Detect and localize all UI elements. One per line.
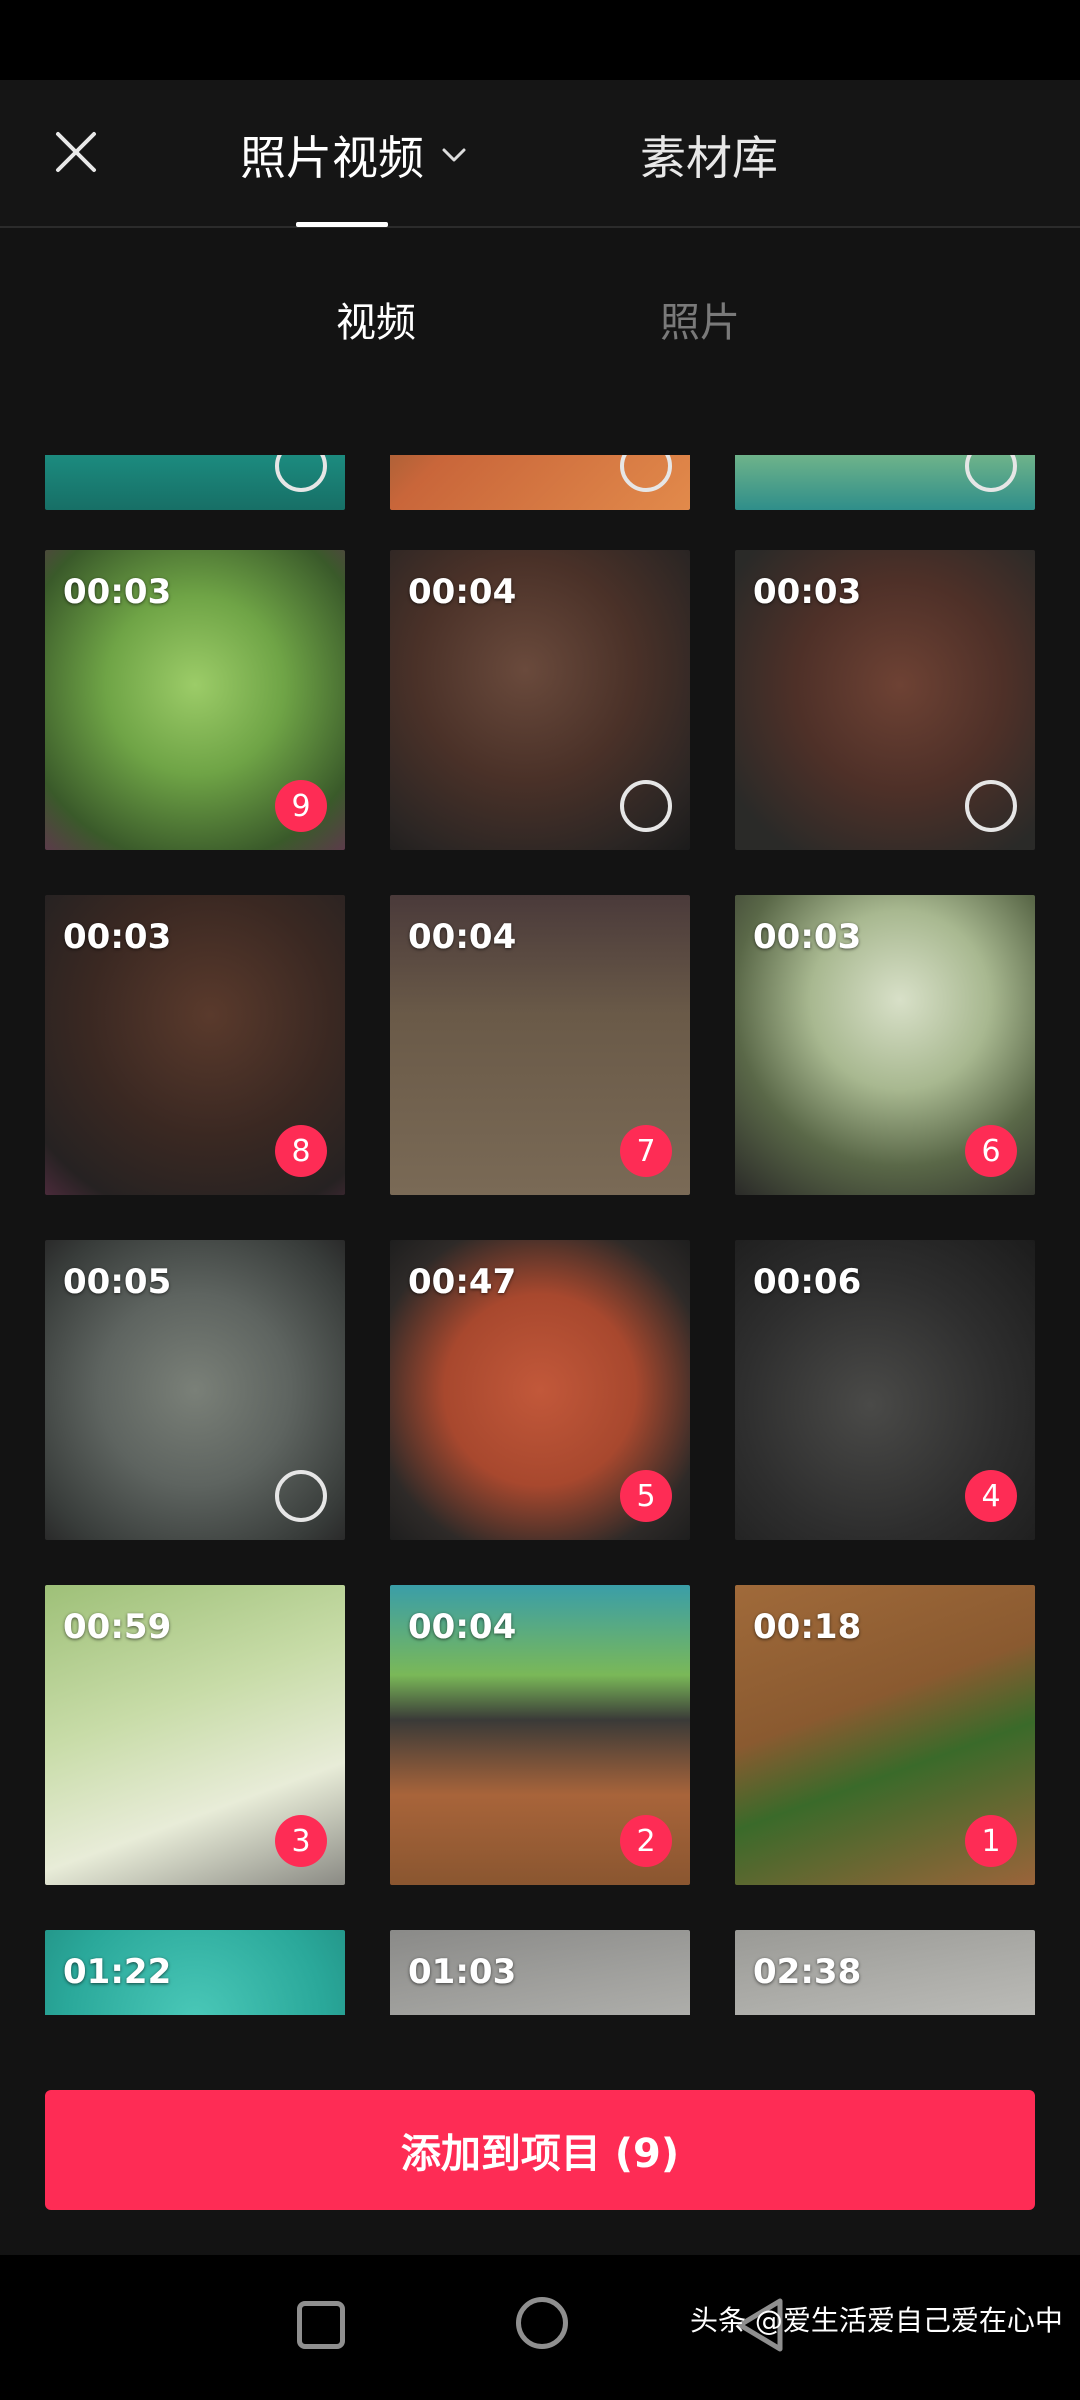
tab-library[interactable]: 素材库 [640,120,778,190]
subtab-photo[interactable]: 照片 [660,290,740,348]
active-tab-indicator [296,222,388,227]
selection-number-badge[interactable]: 7 [620,1125,672,1177]
selection-number-badge[interactable]: 6 [965,1125,1017,1177]
close-icon [56,132,96,172]
media-tile[interactable]: 00:04 2 [390,1585,690,1885]
selection-circle[interactable] [275,1470,327,1522]
media-tile[interactable]: 02:38 [735,1930,1035,2015]
selection-number-badge[interactable]: 1 [965,1815,1017,1867]
add-to-project-button[interactable]: 添加到项目 (9) [45,2090,1035,2210]
media-tile[interactable]: 00:06 4 [735,1240,1035,1540]
selection-number-badge[interactable]: 4 [965,1470,1017,1522]
tab-photos-videos[interactable]: 照片视频 [240,120,468,190]
duration-label: 00:04 [408,917,517,957]
top-bar: 照片视频 素材库 [0,80,1080,228]
duration-label: 00:03 [753,917,862,957]
selection-number-badge[interactable]: 2 [620,1815,672,1867]
recent-apps-button[interactable] [297,2301,345,2349]
selection-number-badge[interactable]: 5 [620,1470,672,1522]
media-tile-partial[interactable] [735,455,1035,510]
duration-label: 01:22 [63,1952,172,1992]
media-tile[interactable]: 00:03 9 [45,550,345,850]
duration-label: 00:59 [63,1607,172,1647]
media-tile[interactable]: 01:22 [45,1930,345,2015]
media-tile[interactable]: 00:04 [390,550,690,850]
duration-label: 00:04 [408,572,517,612]
media-type-tabs: 视频 照片 [0,280,1080,360]
home-button[interactable] [516,2297,568,2349]
media-tile[interactable]: 00:05 [45,1240,345,1540]
media-tile[interactable]: 00:47 5 [390,1240,690,1540]
media-tile[interactable]: 00:59 3 [45,1585,345,1885]
media-tile-partial[interactable] [45,455,345,510]
media-tile[interactable]: 00:03 [735,550,1035,850]
duration-label: 00:47 [408,1262,517,1302]
duration-label: 00:03 [63,572,172,612]
chevron-down-icon [442,148,466,162]
tab-library-label: 素材库 [640,131,778,185]
selection-circle[interactable] [965,780,1017,832]
duration-label: 00:18 [753,1607,862,1647]
duration-label: 01:03 [408,1952,517,1992]
media-tile[interactable]: 00:18 1 [735,1585,1035,1885]
media-tile[interactable]: 00:03 6 [735,895,1035,1195]
selection-number-badge[interactable]: 8 [275,1125,327,1177]
subtab-video[interactable]: 视频 [336,290,416,348]
watermark: 头条 @爱生活爱自己爱在心中 [690,2304,1063,2337]
selection-number-badge[interactable]: 3 [275,1815,327,1867]
media-tile[interactable]: 00:04 7 [390,895,690,1195]
duration-label: 00:04 [408,1607,517,1647]
duration-label: 00:03 [753,572,862,612]
duration-label: 00:03 [63,917,172,957]
duration-label: 02:38 [753,1952,862,1992]
selection-circle[interactable] [620,780,672,832]
duration-label: 00:05 [63,1262,172,1302]
close-button[interactable] [40,116,112,188]
media-grid: 00:03 9 00:04 00:03 00:03 8 00:04 7 00:0… [0,455,1080,2015]
system-nav-bar: 头条 @爱生活爱自己爱在心中 [0,2255,1080,2400]
tab-photos-videos-label: 照片视频 [240,131,424,185]
media-tile[interactable]: 00:03 8 [45,895,345,1195]
selection-number-badge[interactable]: 9 [275,780,327,832]
status-bar [0,0,1080,80]
duration-label: 00:06 [753,1262,862,1302]
media-tile[interactable]: 01:03 [390,1930,690,2015]
media-tile-partial[interactable] [390,455,690,510]
